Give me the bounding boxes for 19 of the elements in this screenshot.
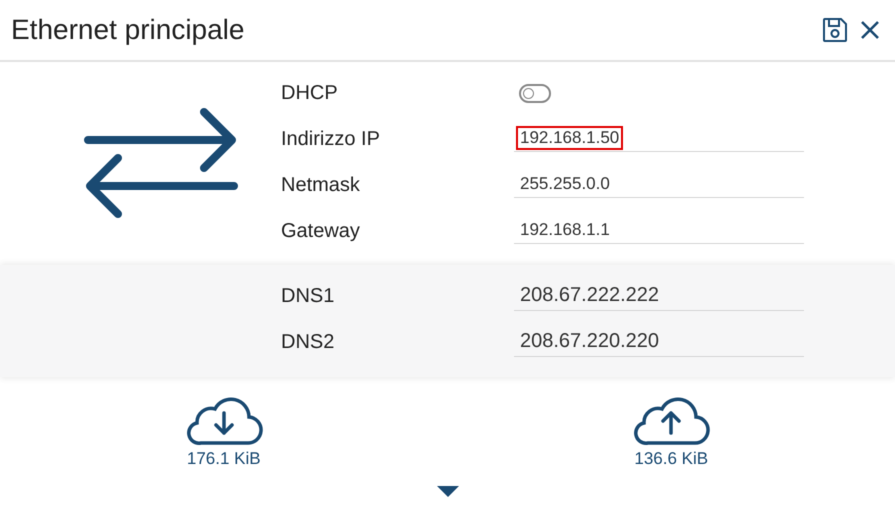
window-title: Ethernet principale (11, 14, 244, 46)
input-field[interactable]: 208.67.222.222 (514, 282, 804, 310)
field-label: Netmask (281, 174, 361, 196)
input-field[interactable]: 208.67.220.220 (514, 328, 804, 356)
field-label: DHCP (281, 82, 339, 104)
caret-down-icon[interactable] (436, 486, 458, 498)
traffic-amount: 176.1 KiB (186, 449, 261, 469)
transfer-arrows-icon (84, 108, 238, 218)
field-label: DNS2 (281, 330, 336, 354)
toggle-switch[interactable] (519, 84, 551, 102)
field-label: DNS1 (281, 284, 336, 308)
save-icon[interactable] (821, 16, 849, 44)
input-field[interactable]: 192.168.1.1 (514, 218, 804, 244)
input-field[interactable]: 192.168.1.50 (514, 126, 804, 152)
field-label: Gateway (281, 220, 361, 242)
field-label: Indirizzo IP (281, 128, 381, 150)
input-field[interactable]: 255.255.0.0 (514, 172, 804, 198)
traffic-amount: 136.6 KiB (634, 449, 708, 469)
close-icon[interactable] (859, 19, 881, 41)
